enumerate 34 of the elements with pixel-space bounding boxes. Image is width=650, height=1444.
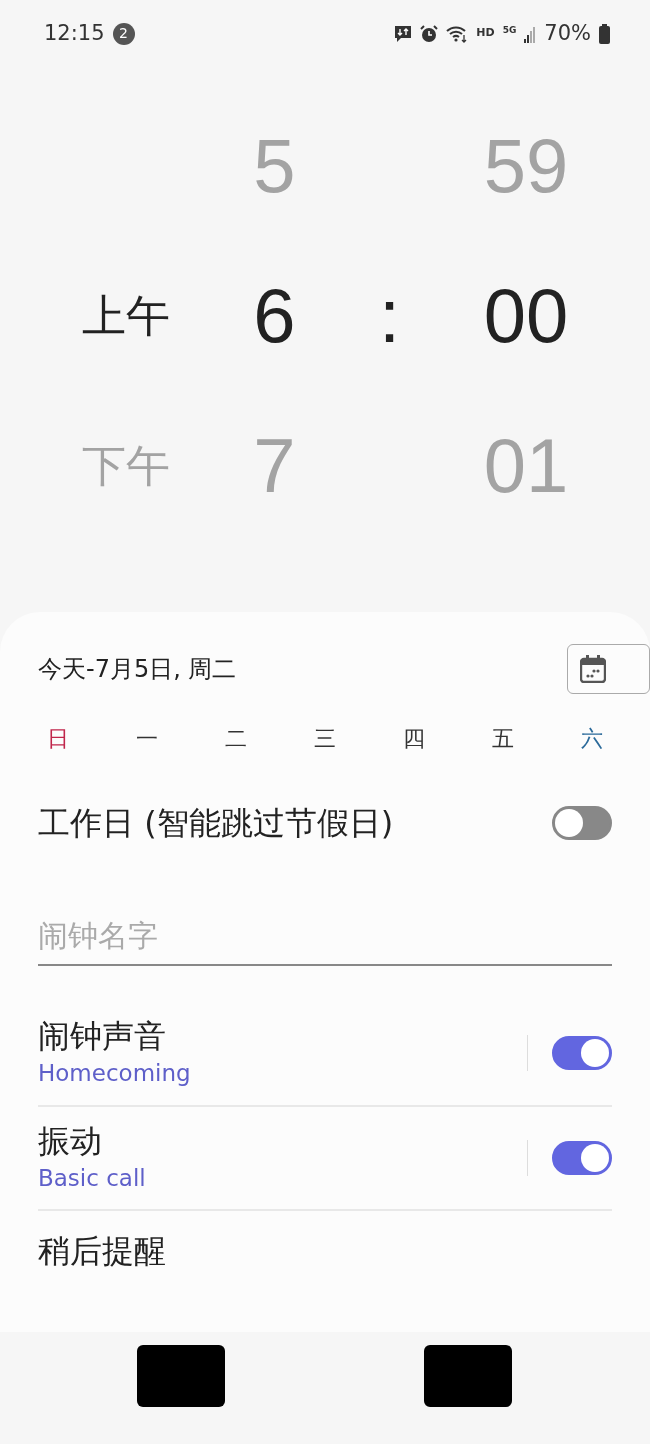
time-separator: : (379, 271, 401, 360)
setting-value: Basic call (38, 1163, 146, 1193)
weekday-button[interactable]: 一 (127, 722, 167, 755)
workday-label: 工作日 (智能跳过节假日) (38, 803, 394, 843)
setting-title: 振动 (38, 1120, 103, 1161)
signal-icon (524, 24, 537, 43)
alarm-name-field[interactable]: 闹钟名字 (38, 907, 612, 966)
data-transfer-message-icon (394, 24, 413, 43)
network-type: 5G (502, 23, 517, 37)
weekday-button[interactable]: 四 (394, 722, 434, 755)
setting-title: 闹钟声音 (38, 1016, 167, 1056)
notification-count: 2 (112, 22, 135, 45)
weekday-button[interactable]: 二 (216, 722, 256, 755)
weekday-button[interactable]: 五 (483, 722, 523, 755)
setting-value: Homecoming (38, 1059, 191, 1088)
battery-icon (599, 23, 610, 44)
minutes-option[interactable]: 00 (483, 269, 569, 362)
toggle-switch[interactable] (552, 1140, 612, 1175)
calendar-button[interactable] (567, 644, 650, 694)
toggle-switch[interactable] (552, 806, 612, 840)
calendar-icon (580, 655, 606, 683)
weekday-button[interactable]: 日 (38, 722, 78, 755)
toggle-switch[interactable] (552, 1036, 612, 1071)
hours-option[interactable]: 6 (253, 269, 296, 362)
battery-percentage: 70% (544, 19, 591, 47)
weekday-button[interactable]: 三 (305, 722, 345, 755)
alarm-clock-icon (420, 24, 439, 43)
clock-time: 12:15 (44, 19, 105, 47)
wifi-icon (446, 24, 469, 43)
hd-indicator: HD (476, 25, 495, 42)
setting-title: 稍后提醒 (38, 1231, 166, 1271)
weekday-button[interactable]: 六 (572, 722, 612, 755)
ampm-option[interactable]: 上午 (81, 269, 170, 362)
date-label: 今天-7月5日, 周二 (38, 654, 237, 685)
